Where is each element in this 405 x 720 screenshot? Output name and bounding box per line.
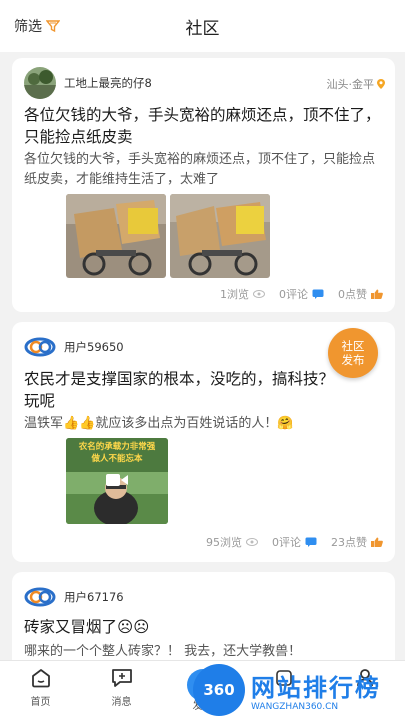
avatar[interactable] (24, 331, 56, 363)
watermark-logo: 360 (193, 664, 245, 716)
page-title: 社区 (185, 19, 220, 39)
eye-icon (246, 538, 258, 546)
post-card[interactable]: 工地上最亮的仔8 汕头·金平 各位欠钱的大爷，手头宽裕的麻烦还点，顶不住了，只能… (12, 58, 395, 312)
community-publish-fab[interactable]: 社区 发布 (328, 328, 378, 378)
avatar[interactable] (24, 581, 56, 613)
post-body[interactable]: 哪来的一个个整人砖家？！ 我去，还大学教兽！ (24, 642, 381, 662)
tab-home[interactable]: 首页 (0, 667, 81, 708)
post-header: 用户67176 (24, 581, 385, 613)
view-count: 95浏览 (206, 534, 258, 550)
author-name[interactable]: 用户67176 (64, 589, 124, 605)
post-title[interactable]: 各位欠钱的大爷，手头宽裕的麻烦还点，顶不住了，只能捡点纸皮卖 (24, 104, 381, 148)
view-count: 1浏览 (220, 286, 265, 302)
post-image[interactable] (66, 194, 166, 278)
post-stats: 1浏览 0评论 0点赞 (206, 286, 383, 302)
like-count[interactable]: 23点赞 (331, 534, 383, 550)
watermark: 360 网站排行榜 WANGZHAN360.CN (193, 664, 403, 718)
post-stats: 95浏览 0评论 23点赞 (192, 534, 383, 550)
thumbs-up-icon (371, 537, 383, 547)
avatar[interactable] (24, 67, 56, 99)
tab-messages[interactable]: 消息 (81, 667, 162, 708)
message-icon (111, 669, 132, 687)
post-title[interactable]: 农民才是支撑国家的根本，没吃的，搞科技？玩呢 (24, 368, 335, 412)
thumbs-up-icon (371, 289, 383, 299)
video-play-icon[interactable] (106, 472, 128, 488)
eye-icon (253, 290, 265, 298)
watermark-url: WANGZHAN360.CN (251, 702, 339, 712)
watermark-text: 网站排行榜 (251, 674, 381, 702)
comment-count[interactable]: 0评论 (272, 534, 317, 550)
location-pin-icon (377, 79, 385, 89)
author-name[interactable]: 用户59650 (64, 339, 124, 355)
comment-count[interactable]: 0评论 (279, 286, 324, 302)
post-body[interactable]: 温铁军👍👍就应该多出点为百姓说话的人！🤗 (24, 414, 381, 434)
comment-icon (305, 537, 317, 547)
location-tag: 汕头·金平 (326, 76, 385, 92)
like-count[interactable]: 0点赞 (338, 286, 383, 302)
post-title[interactable]: 砖家又冒烟了☹☹ (24, 616, 381, 638)
post-image[interactable] (170, 194, 270, 278)
post-header: 工地上最亮的仔8 汕头·金平 (24, 67, 385, 99)
location-text: 汕头·金平 (326, 78, 375, 91)
comment-icon (312, 289, 324, 299)
post-video[interactable]: 农名的承载力非常强 做人不能忘本 (66, 438, 168, 524)
author-name[interactable]: 工地上最亮的仔8 (64, 75, 152, 91)
post-body[interactable]: 各位欠钱的大爷，手头宽裕的麻烦还点，顶不住了，只能捡点纸皮卖，才能维持生活了，太… (24, 150, 381, 190)
video-caption: 农名的承载力非常强 做人不能忘本 (78, 442, 156, 464)
home-icon (31, 669, 50, 688)
top-bar: 筛选 社区 (0, 0, 405, 52)
